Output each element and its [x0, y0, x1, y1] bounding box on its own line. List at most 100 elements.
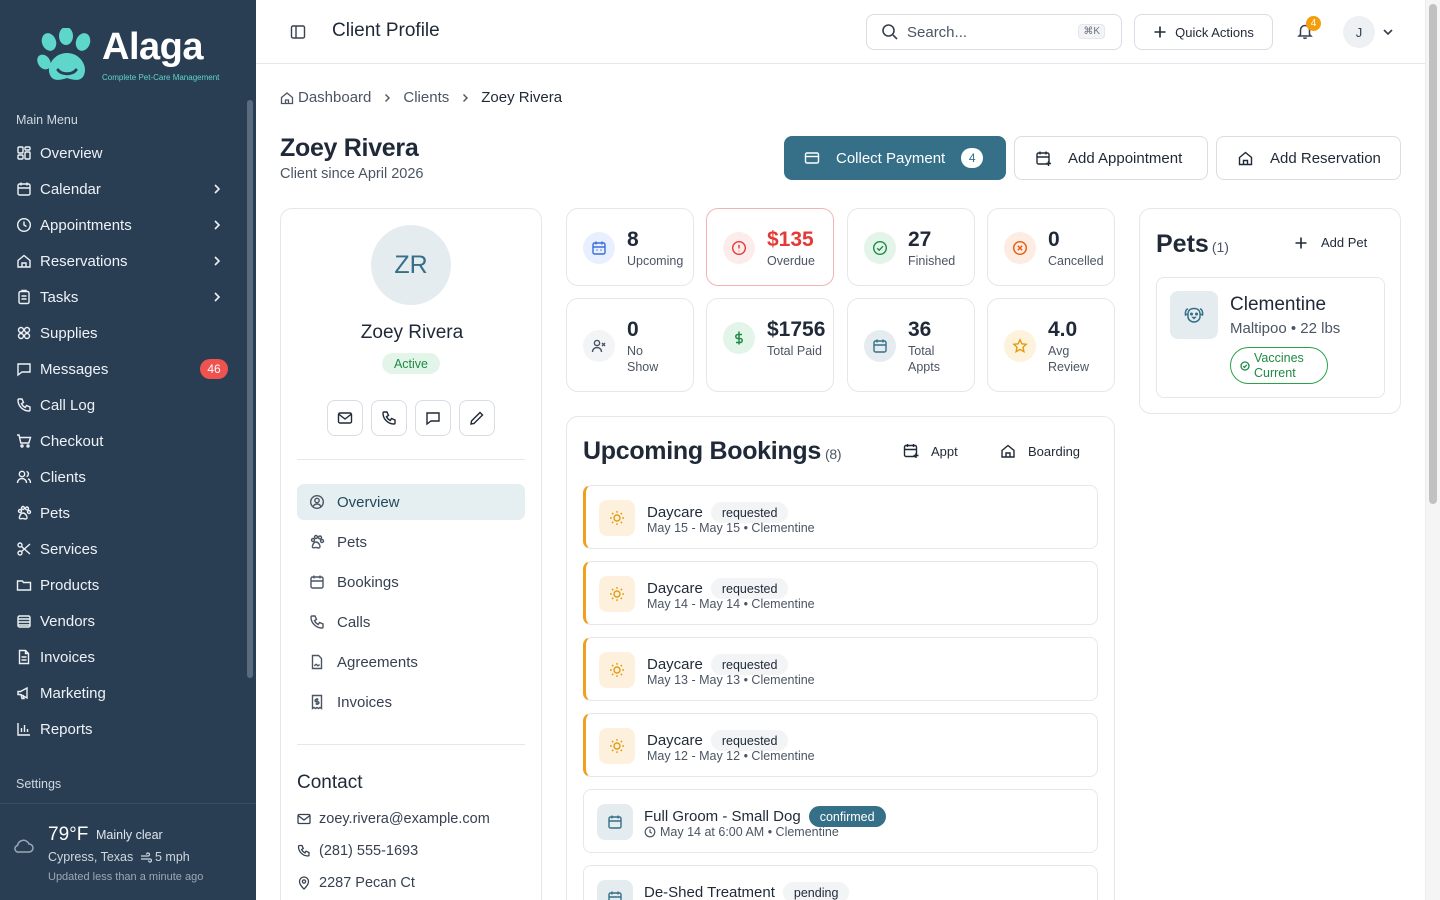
sun-icon — [610, 511, 624, 525]
sidebar-item-overview[interactable]: Overview — [0, 135, 244, 171]
add-boarding-button[interactable]: Boarding — [1000, 443, 1080, 459]
breadcrumb-clients[interactable]: Clients — [403, 89, 449, 106]
contact-email[interactable]: zoey.rivera@example.com — [297, 811, 490, 827]
sidebar-item-checkout[interactable]: Checkout — [0, 423, 244, 459]
sidebar-item-reports[interactable]: Reports — [0, 711, 244, 747]
paw-icon — [310, 534, 325, 549]
profile-tab-overview[interactable]: Overview — [297, 484, 525, 520]
megaphone-icon — [17, 686, 28, 700]
edit-button[interactable] — [459, 400, 495, 436]
vaccine-status-label: Vaccines Current — [1254, 350, 1304, 380]
status-badge: Active — [382, 353, 440, 374]
weather-condition: Mainly clear — [96, 828, 163, 842]
paw-icon — [17, 505, 32, 520]
search-input[interactable] — [907, 23, 1077, 41]
sidebar-item-messages[interactable]: Messages 46 — [0, 351, 244, 387]
message-icon — [17, 363, 31, 377]
stat-cancelled[interactable]: 0 Cancelled — [987, 208, 1115, 286]
search-shortcut: ⌘K — [1078, 24, 1105, 39]
breadcrumb-dashboard[interactable]: Dashboard — [298, 89, 371, 106]
calendar-icon — [873, 339, 887, 353]
chevron-down-icon[interactable] — [1381, 25, 1395, 39]
sidebar-item-pets[interactable]: Pets — [0, 495, 244, 531]
add-appt-button[interactable]: Appt — [903, 443, 958, 459]
divider — [297, 744, 525, 745]
booking-name: Full Groom - Small Dog confirmed — [644, 806, 886, 827]
collect-payment-button[interactable]: Collect Payment 4 — [784, 136, 1006, 180]
sidebar-item-invoices[interactable]: Invoices — [0, 639, 244, 675]
booking-item[interactable]: Daycare requested May 14 - May 14 • Cleme… — [583, 561, 1098, 625]
brand-logo[interactable]: Alaga Complete Pet-Care Management — [36, 24, 226, 90]
sidebar-item-label: Supplies — [40, 324, 98, 342]
profile-tab-agreements[interactable]: Agreements — [297, 644, 525, 680]
plus-icon — [1295, 237, 1307, 248]
sidebar-item-call-log[interactable]: Call Log — [0, 387, 244, 423]
user-avatar[interactable]: J — [1343, 16, 1375, 48]
home-icon — [17, 254, 31, 268]
call-button[interactable] — [371, 400, 407, 436]
sidebar-item-tasks[interactable]: Tasks — [0, 279, 244, 315]
sidebar-scrollbar[interactable] — [247, 100, 253, 678]
page-scrollbar[interactable] — [1425, 0, 1440, 900]
stat-upcoming[interactable]: 8 Upcoming — [566, 208, 694, 286]
sidebar-item-marketing[interactable]: Marketing — [0, 675, 244, 711]
booking-status-badge: confirmed — [808, 806, 886, 827]
breadcrumb: Dashboard Clients Zoey Rivera — [280, 89, 562, 106]
weather-temp: 79°F — [48, 824, 89, 845]
pets-count: (1) — [1211, 239, 1229, 255]
booking-name: Daycare requested — [647, 730, 789, 751]
alert-circle-icon — [731, 240, 747, 256]
sidebar-item-vendors[interactable]: Vendors — [0, 603, 244, 639]
profile-name: Zoey Rivera — [360, 322, 464, 343]
sidebar-item-appointments[interactable]: Appointments — [0, 207, 244, 243]
client-name-heading: Zoey Rivera — [280, 134, 419, 162]
booking-name: Daycare requested — [647, 578, 789, 599]
pet-item[interactable]: Clementine Maltipoo • 22 lbs Vaccines Cu… — [1156, 277, 1385, 398]
sidebar-item-label: Pets — [40, 504, 71, 522]
booking-item[interactable]: Daycare requested May 13 - May 13 • Cleme… — [583, 637, 1098, 701]
email-button[interactable] — [327, 400, 363, 436]
search-box[interactable]: ⌘K — [866, 14, 1122, 50]
profile-tab-pets[interactable]: Pets — [297, 524, 525, 560]
sidebar-item-calendar[interactable]: Calendar — [0, 171, 244, 207]
profile-tab-bookings[interactable]: Bookings — [297, 564, 525, 600]
wind-icon — [141, 852, 152, 863]
profile-tab-label: Pets — [337, 533, 368, 551]
message-button[interactable] — [415, 400, 451, 436]
sidebar-item-products[interactable]: Products — [0, 567, 244, 603]
sidebar-item-label: Messages — [40, 360, 109, 378]
profile-tab-invoices[interactable]: Invoices — [297, 684, 525, 720]
stat-no-show[interactable]: 0 No Show — [566, 298, 694, 392]
add-pet-button[interactable]: Add Pet — [1294, 235, 1367, 250]
booking-item[interactable]: De-Shed Treatment pending — [583, 865, 1098, 900]
sidebar-item-reservations[interactable]: Reservations — [0, 243, 244, 279]
calendar-icon — [17, 182, 31, 196]
add-appointment-button[interactable]: Add Appointment — [1014, 136, 1208, 180]
main-menu-label: Main Menu — [16, 113, 78, 127]
check-shield-icon — [1240, 360, 1250, 371]
booking-title: De-Shed Treatment — [644, 884, 775, 900]
page-scrollbar-thumb[interactable] — [1429, 4, 1437, 504]
stat-total-paid[interactable]: $1756 Total Paid — [706, 298, 834, 392]
brand-tagline: Complete Pet-Care Management — [102, 73, 220, 82]
sidebar-item-supplies[interactable]: Supplies — [0, 315, 244, 351]
stat-overdue[interactable]: $135 Overdue — [706, 208, 834, 286]
booking-item[interactable]: Daycare requested May 12 - May 12 • Cleme… — [583, 713, 1098, 777]
booking-icon — [599, 728, 635, 764]
contact-phone[interactable]: (281) 555-1693 — [297, 843, 418, 859]
sidebar-item-clients[interactable]: Clients — [0, 459, 244, 495]
stat-avg-review[interactable]: 4.0 Avg Review — [987, 298, 1115, 392]
stat-finished[interactable]: 27 Finished — [847, 208, 975, 286]
sidebar-toggle-icon[interactable] — [290, 24, 306, 40]
add-reservation-button[interactable]: Add Reservation — [1216, 136, 1401, 180]
booking-item[interactable]: Daycare requested May 15 - May 15 • Cleme… — [583, 485, 1098, 549]
stat-icon — [1004, 232, 1036, 264]
booking-name: Daycare requested — [647, 502, 789, 523]
contact-address[interactable]: 2287 Pecan Ct — [297, 875, 415, 891]
quick-actions-button[interactable]: Quick Actions — [1134, 14, 1273, 50]
sidebar-item-services[interactable]: Services — [0, 531, 244, 567]
profile-tab-calls[interactable]: Calls — [297, 604, 525, 640]
booking-item[interactable]: Full Groom - Small Dog confirmed May 14 a… — [583, 789, 1098, 853]
stat-total-appts[interactable]: 36 Total Appts — [847, 298, 975, 392]
messages-badge: 46 — [200, 359, 228, 379]
